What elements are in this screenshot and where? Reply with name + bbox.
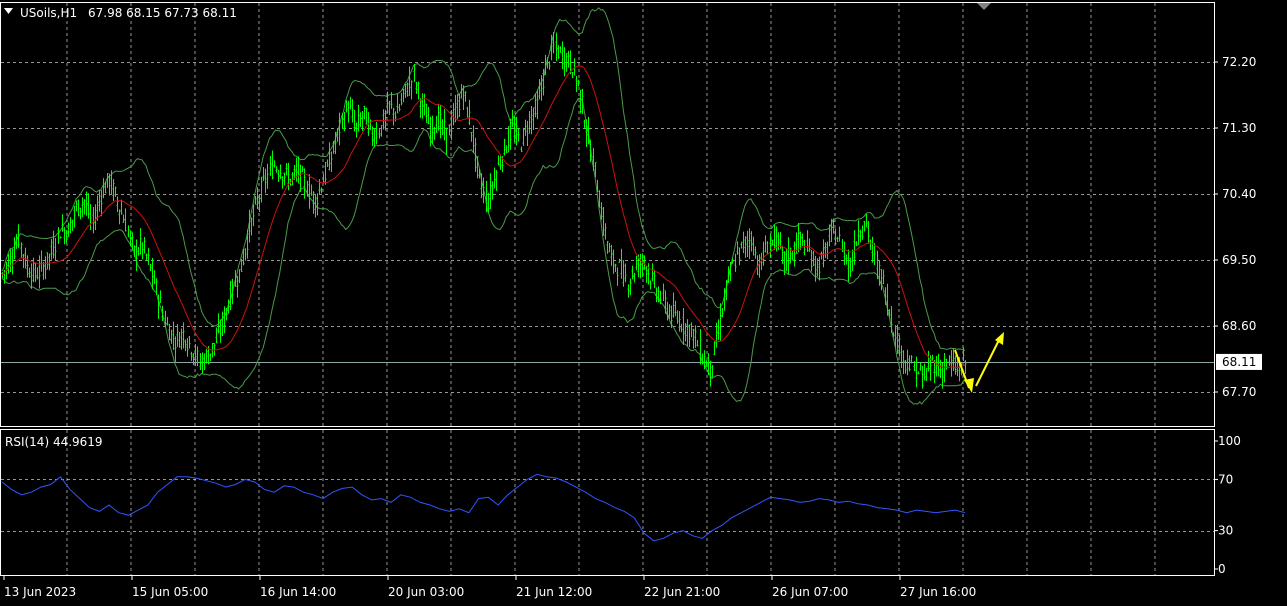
rsi-tick-label: 30	[1218, 524, 1233, 538]
time-tick-label: 26 Jun 07:00	[772, 585, 848, 599]
time-tick-label: 20 Jun 03:00	[388, 585, 464, 599]
grid	[1, 3, 1214, 575]
rsi-tick-label: 0	[1218, 562, 1226, 576]
rsi-tick-label: 70	[1218, 472, 1233, 486]
price-axis: 72.20 71.30 70.40 69.50 68.60 67.70 68.11	[1214, 55, 1262, 399]
price-tick-label: 68.60	[1222, 319, 1256, 333]
rsi-tick-label: 100	[1218, 434, 1241, 448]
arrow-up-head	[995, 332, 1004, 345]
price-tick-label: 72.20	[1222, 55, 1256, 69]
time-tick-label: 13 Jun 2023	[4, 585, 76, 599]
time-tick-label: 15 Jun 05:00	[132, 585, 208, 599]
time-tick-label: 27 Jun 16:00	[900, 585, 976, 599]
price-tick-label: 69.50	[1222, 253, 1256, 267]
rsi-label: RSI(14) 44.9619	[5, 435, 103, 449]
current-price-label: 68.11	[1222, 355, 1256, 369]
price-tick-label: 67.70	[1222, 385, 1256, 399]
moving-average	[1, 65, 966, 369]
chart-canvas[interactable]: 72.20 71.30 70.40 69.50 68.60 67.70 68.11 100 7…	[0, 0, 1287, 602]
moving-average-line	[1, 65, 966, 369]
time-axis: 13 Jun 2023 15 Jun 05:00 16 Jun 14:00 20 Ju…	[3, 575, 976, 599]
rsi-line	[1, 473, 966, 542]
dropdown-triangle-icon[interactable]	[4, 8, 13, 14]
rsi-series	[1, 473, 966, 542]
time-tick-label: 16 Jun 14:00	[260, 585, 336, 599]
bollinger-bands	[1, 7, 966, 405]
ohlc-values: 67.98 68.15 67.73 68.11	[88, 6, 237, 20]
rsi-axis: 100 70 30 0	[1214, 434, 1241, 576]
chart-window[interactable]: 72.20 71.30 70.40 69.50 68.60 67.70 68.11 100 7…	[0, 0, 1287, 602]
time-tick-label: 22 Jun 21:00	[644, 585, 720, 599]
price-tick-label: 71.30	[1222, 121, 1256, 135]
rsi-panel-frame	[0, 429, 1215, 576]
symbol-label: USoils,H1	[20, 6, 77, 20]
candles	[1, 31, 967, 389]
shift-marker-icon[interactable]	[977, 3, 991, 10]
arrow-down-head	[964, 378, 974, 393]
time-tick-label: 21 Jun 12:00	[516, 585, 592, 599]
bollinger-lower-band	[1, 97, 966, 405]
price-tick-label: 70.40	[1222, 187, 1256, 201]
